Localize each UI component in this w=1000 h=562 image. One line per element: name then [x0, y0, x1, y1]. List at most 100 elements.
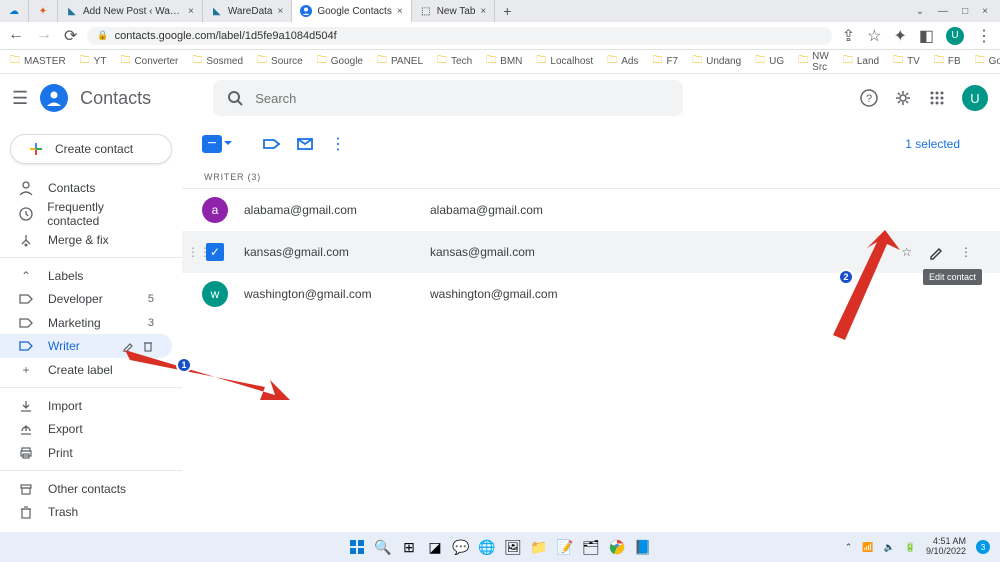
url-input[interactable]: 🔒 contacts.google.com/label/1d5fe9a1084d…: [87, 27, 831, 45]
contact-row[interactable]: a alabama@gmail.com alabama@gmail.com: [182, 189, 1000, 231]
back-icon[interactable]: ←: [8, 26, 24, 46]
selection-chip[interactable]: −: [202, 135, 222, 153]
star-icon[interactable]: ☆: [867, 26, 881, 46]
create-contact-button[interactable]: Create contact: [10, 134, 172, 164]
more-icon[interactable]: ⋮: [960, 245, 972, 259]
bookmark-folder[interactable]: 🗀Localhost: [536, 53, 593, 70]
sidepanel-icon[interactable]: ◧: [919, 26, 934, 46]
search-icon[interactable]: 🔍: [373, 537, 393, 557]
edit-label-icon[interactable]: [122, 340, 134, 352]
bookmark-folder[interactable]: 🗀Land: [843, 53, 879, 70]
taskview-icon[interactable]: ⊞: [399, 537, 419, 557]
sidebar-label-writer[interactable]: Writer: [0, 334, 172, 357]
battery-icon[interactable]: 🔋: [905, 542, 916, 553]
new-tab-button[interactable]: +: [503, 3, 511, 19]
edit-icon[interactable]: [928, 244, 944, 260]
explorer-icon[interactable]: 📁: [529, 537, 549, 557]
apps-icon[interactable]: [928, 89, 946, 107]
bookmark-folder[interactable]: 🗀F7: [652, 53, 678, 70]
bookmark-folder[interactable]: 🗀Undang: [692, 53, 741, 70]
bookmark-folder[interactable]: 🗀PANEL: [377, 53, 423, 70]
sidebar-export[interactable]: Export: [0, 418, 172, 441]
bookmark-folder[interactable]: 🗀YT: [80, 53, 107, 70]
manage-labels-button[interactable]: [262, 135, 280, 153]
search-input[interactable]: [255, 91, 669, 106]
chat-icon[interactable]: 💬: [451, 537, 471, 557]
bookmark-folder[interactable]: 🗀Gov: [975, 53, 1000, 70]
reload-icon[interactable]: ⟳: [64, 26, 77, 46]
sidebar-trash[interactable]: Trash: [0, 501, 172, 524]
contacts-logo: [40, 84, 68, 112]
profile-avatar[interactable]: U: [946, 27, 964, 45]
sidebar-import[interactable]: Import: [0, 394, 172, 417]
wifi-icon[interactable]: 📶: [862, 542, 873, 553]
tab-new[interactable]: ⬚ New Tab ×: [412, 0, 496, 22]
chevron-down-icon[interactable]: ⌄: [916, 6, 924, 17]
notification-badge[interactable]: 3: [976, 540, 990, 554]
sidebar-contacts[interactable]: Contacts: [0, 176, 172, 199]
star-icon[interactable]: ☆: [901, 245, 912, 259]
plus-icon: [27, 140, 45, 158]
minimize-icon[interactable]: —: [938, 6, 948, 17]
sidebar-create-label[interactable]: + Create label: [0, 358, 172, 381]
forward-icon[interactable]: →: [36, 26, 52, 46]
menu-icon[interactable]: ☰: [12, 88, 28, 109]
bookmark-folder[interactable]: 🗀FB: [934, 53, 961, 70]
app-icon[interactable]: 🗂: [581, 537, 601, 557]
content-area: − ⋮ 1 selected WRITER (3) a alabama@gmai…: [182, 122, 1000, 532]
sidebar-frequent[interactable]: Frequently contacted: [0, 200, 172, 228]
tab-waredata-post[interactable]: ◣ Add New Post ‹ WareData — W… ×: [58, 0, 203, 22]
tab-cloud[interactable]: ☁: [0, 0, 29, 22]
close-window-icon[interactable]: ×: [982, 6, 988, 17]
bookmark-folder[interactable]: 🗀BMN: [486, 53, 522, 70]
bookmark-folder[interactable]: 🗀Sosmed: [192, 53, 243, 70]
share-icon[interactable]: ⇪: [842, 26, 855, 46]
app-icon[interactable]: 🖼: [503, 537, 523, 557]
edge-icon[interactable]: 🌐: [477, 537, 497, 557]
close-icon[interactable]: ×: [397, 6, 403, 17]
maximize-icon[interactable]: □: [962, 6, 968, 17]
tray-chevron-icon[interactable]: ⌃: [845, 542, 853, 553]
bookmark-folder[interactable]: 🗀Ads: [607, 53, 638, 70]
settings-icon[interactable]: [894, 89, 912, 107]
volume-icon[interactable]: 🔈: [884, 542, 895, 553]
bookmark-folder[interactable]: 🗀Tech: [437, 53, 472, 70]
start-icon[interactable]: [347, 537, 367, 557]
bookmark-folder[interactable]: 🗀Google: [317, 53, 363, 70]
bookmark-folder[interactable]: 🗀UG: [755, 53, 784, 70]
delete-label-icon[interactable]: [142, 340, 154, 352]
chrome-icon[interactable]: [607, 537, 627, 557]
bookmark-folder[interactable]: 🗀MASTER: [10, 53, 66, 70]
bookmark-folder[interactable]: 🗀TV: [893, 53, 920, 70]
extensions-icon[interactable]: ✦: [893, 26, 906, 46]
close-icon[interactable]: ×: [278, 6, 284, 17]
email-button[interactable]: [296, 135, 314, 153]
close-icon[interactable]: ×: [188, 6, 194, 17]
sidebar-print[interactable]: Print: [0, 441, 172, 464]
sidebar-merge[interactable]: Merge & fix: [0, 228, 172, 251]
contact-row[interactable]: ⋮⋮ ✓ kansas@gmail.com kansas@gmail.com ☆…: [182, 231, 1000, 273]
sidebar-other-contacts[interactable]: Other contacts: [0, 477, 172, 500]
bookmark-folder[interactable]: 🗀NW Src: [798, 51, 829, 73]
system-clock[interactable]: 4:51 AM 9/10/2022: [926, 537, 966, 557]
user-avatar[interactable]: U: [962, 85, 988, 111]
help-icon[interactable]: ?: [860, 89, 878, 107]
sidebar-label-developer[interactable]: Developer 5: [0, 288, 172, 311]
tab-spark[interactable]: ✦: [29, 0, 58, 22]
bookmark-folder[interactable]: 🗀Source: [257, 53, 303, 70]
widgets-icon[interactable]: ◪: [425, 537, 445, 557]
drag-handle-icon[interactable]: ⋮⋮: [187, 245, 195, 259]
contact-row[interactable]: w washington@gmail.com washington@gmail.…: [182, 273, 1000, 315]
tab-waredata[interactable]: ◣ WareData ×: [203, 0, 293, 22]
sidebar-label-marketing[interactable]: Marketing 3: [0, 311, 172, 334]
more-actions-button[interactable]: ⋮: [330, 134, 346, 154]
more-icon[interactable]: ⋮: [976, 26, 992, 46]
notepad-icon[interactable]: 📝: [555, 537, 575, 557]
bookmark-folder[interactable]: 🗀Converter: [120, 53, 178, 70]
tab-google-contacts[interactable]: Google Contacts ×: [292, 0, 411, 22]
label-icon: [18, 339, 34, 353]
word-icon[interactable]: 📘: [633, 537, 653, 557]
sidebar-labels-header[interactable]: ⌃ Labels: [0, 264, 172, 287]
close-icon[interactable]: ×: [480, 6, 486, 17]
search-box[interactable]: [213, 80, 683, 116]
